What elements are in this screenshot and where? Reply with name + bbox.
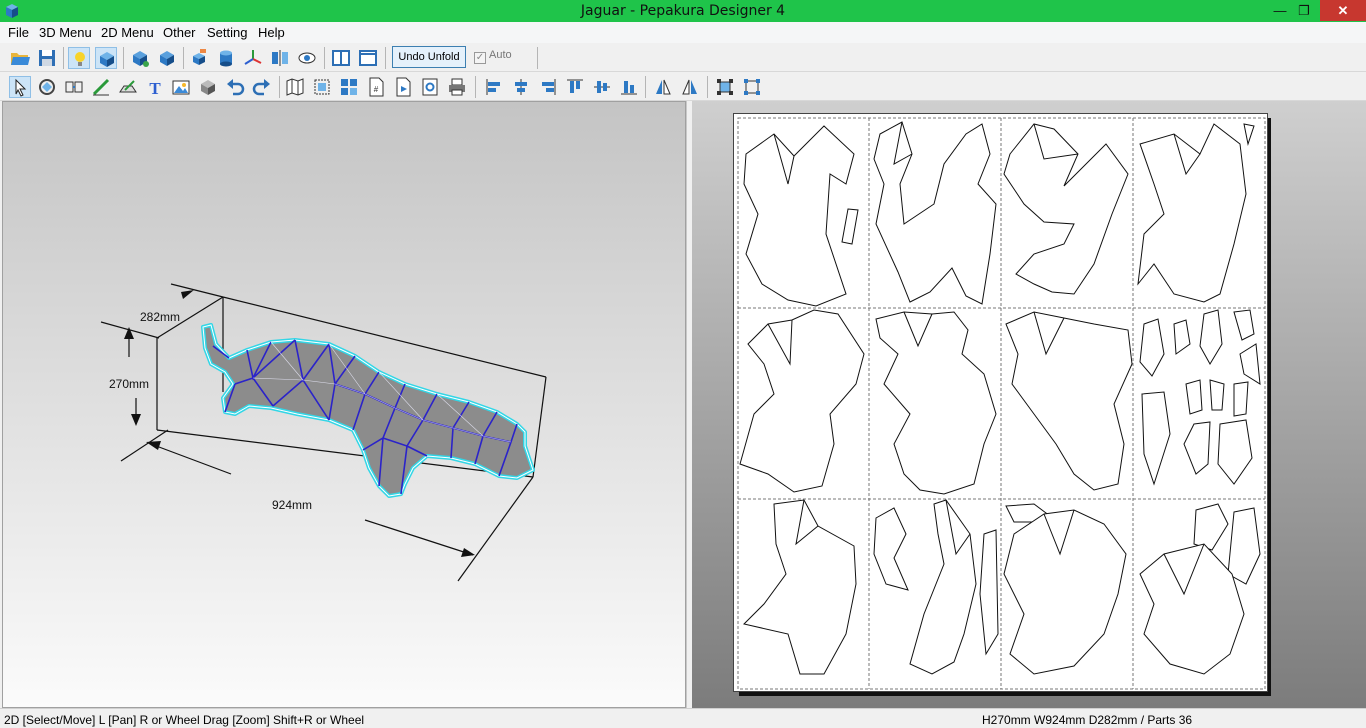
printer-icon[interactable]: [446, 76, 468, 98]
menu-bar: File 3D Menu 2D Menu Other Setting Help: [0, 22, 1366, 43]
depth-dimension-label: 282mm: [140, 310, 180, 324]
box-icon[interactable]: [197, 76, 219, 98]
page-number-icon[interactable]: #: [365, 76, 387, 98]
save-icon[interactable]: [36, 47, 58, 69]
maximize-button[interactable]: ❐: [1290, 0, 1318, 21]
close-button[interactable]: ✕: [1320, 0, 1366, 21]
height-dimension-label: 270mm: [109, 377, 149, 391]
expand-icon[interactable]: [714, 76, 736, 98]
flip-right-icon[interactable]: [679, 76, 701, 98]
align-top-icon[interactable]: [564, 76, 586, 98]
join-parts-icon[interactable]: [63, 76, 85, 98]
status-bar: 2D [Select/Move] L [Pan] R or Wheel Drag…: [0, 708, 1366, 728]
mirror-icon[interactable]: [269, 47, 291, 69]
redo-icon[interactable]: [251, 76, 273, 98]
menu-help[interactable]: Help: [258, 22, 285, 40]
menu-2d[interactable]: 2D Menu: [101, 22, 154, 40]
menu-other[interactable]: Other: [163, 22, 196, 40]
split-view-icon[interactable]: [330, 47, 352, 69]
align-bottom-icon[interactable]: [618, 76, 640, 98]
edit-line-icon[interactable]: [90, 76, 112, 98]
map-icon[interactable]: [284, 76, 306, 98]
svg-text:#: #: [374, 85, 379, 94]
view-eye-icon[interactable]: [296, 47, 318, 69]
align-left-icon[interactable]: [483, 76, 505, 98]
status-mode-hint: 2D [Select/Move] L [Pan] R or Wheel Drag…: [4, 713, 365, 727]
checkmark-icon: ✓: [474, 52, 486, 64]
arrange-parts-icon[interactable]: [338, 76, 360, 98]
page-arrow-icon[interactable]: [392, 76, 414, 98]
cylinder-icon[interactable]: [215, 47, 237, 69]
rotate-part-icon[interactable]: [36, 76, 58, 98]
text-icon[interactable]: T: [144, 76, 166, 98]
menu-setting[interactable]: Setting: [207, 22, 247, 40]
align-center-v-icon[interactable]: [591, 76, 613, 98]
edit-flap-icon[interactable]: [117, 76, 139, 98]
menu-3d[interactable]: 3D Menu: [39, 22, 92, 40]
fit-parts-icon[interactable]: [311, 76, 333, 98]
image-icon[interactable]: [170, 76, 192, 98]
align-center-h-icon[interactable]: [510, 76, 532, 98]
scale-icon[interactable]: [741, 76, 763, 98]
3d-model-canvas[interactable]: 282mm 270mm 924mm: [3, 102, 687, 709]
width-dimension-label: 924mm: [272, 498, 312, 512]
window-title: Jaguar - Pepakura Designer 4: [580, 3, 786, 19]
unfold-cube-icon[interactable]: [129, 47, 151, 69]
axes-icon[interactable]: [242, 47, 264, 69]
flip-left-icon[interactable]: [652, 76, 674, 98]
single-view-icon[interactable]: [357, 47, 379, 69]
jaguar-mesh[interactable]: [201, 323, 535, 498]
svg-text:T: T: [149, 79, 161, 98]
title-bar: Jaguar - Pepakura Designer 4 — ❐ ✕: [0, 0, 1366, 22]
menu-file[interactable]: File: [8, 22, 29, 40]
auto-label: Auto: [489, 49, 512, 61]
auto-checkbox[interactable]: ✓ Auto: [474, 49, 512, 64]
edit-cube-icon[interactable]: [156, 47, 178, 69]
light-bulb-icon[interactable]: [68, 47, 90, 69]
status-dimensions: H270mm W924mm D282mm / Parts 36: [982, 713, 1193, 727]
texture-icon[interactable]: [188, 47, 210, 69]
open-folder-icon[interactable]: [9, 47, 31, 69]
unfold-page[interactable]: [733, 113, 1268, 692]
edit-toolbar: T #: [0, 72, 1366, 101]
print-preview-icon[interactable]: [419, 76, 441, 98]
3d-view[interactable]: 282mm 270mm 924mm: [2, 101, 686, 708]
main-toolbar: Undo Unfold ✓ Auto: [0, 43, 1366, 72]
unfolded-parts[interactable]: [739, 121, 1261, 675]
undo-unfold-button[interactable]: Undo Unfold: [392, 46, 466, 68]
undo-icon[interactable]: [224, 76, 246, 98]
textured-cube-icon[interactable]: [95, 47, 117, 69]
align-right-icon[interactable]: [537, 76, 559, 98]
select-move-icon[interactable]: [9, 76, 31, 98]
unfold-pattern[interactable]: [734, 114, 1269, 693]
